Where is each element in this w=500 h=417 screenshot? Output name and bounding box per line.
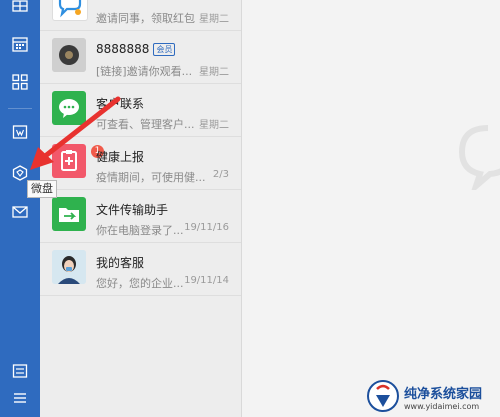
menu-icon[interactable] [0,384,40,412]
conversation-time: 星期二 [199,120,229,131]
left-nav-rail [0,0,40,417]
conversation-preview: 邀请同事，领取红包 [96,12,195,25]
conversation-row[interactable]: 8888888 会员 [链接]邀请你观看... 星期二 [40,31,241,84]
member-badge: 会员 [153,43,176,56]
file-transfer-icon [52,197,86,231]
workbench-icon[interactable] [0,68,40,96]
settings-toggle-icon[interactable] [0,357,40,385]
wechat-contact-icon [52,91,86,125]
health-report-icon: 1 [52,144,104,178]
mail-icon[interactable] [0,198,40,226]
chat-panel-empty [242,0,500,417]
calendar-icon[interactable] [0,30,40,58]
rail-tooltip: 微盘 [27,180,57,198]
rail-divider [8,108,32,109]
conversation-name: 我的客服 [96,256,145,270]
conversation-time: 星期二 [199,67,229,78]
conversation-row[interactable]: 邀请同事，领取红包 星期二 [40,0,241,31]
watermark-logo-icon [367,380,399,412]
watermark-url: www.yidaimei.com [404,402,480,411]
conversation-time: 2/3 [212,169,229,180]
chat-bubble-logo-icon [52,0,88,21]
document-icon[interactable] [0,118,40,146]
conversation-time: 星期二 [199,14,229,25]
contacts-icon[interactable] [0,0,40,20]
conversation-name: 8888888 会员 [96,42,176,56]
conversation-preview: [链接]邀请你观看... [96,65,193,78]
conversation-row[interactable]: 我的客服 您好，您的企业... 19/11/14 [40,243,241,296]
conversation-row[interactable]: 1 健康上报 疫情期间，可使用健... 2/3 [40,137,241,190]
user-avatar-icon [52,38,86,72]
watermark: 纯净系统家园 www.yidaimei.com [366,375,500,417]
conversation-preview: 疫情期间，可使用健... [96,171,206,184]
conversation-name: 健康上报 [96,150,145,164]
empty-chat-bubble-icon [458,125,500,190]
conversation-time: 19/11/14 [184,275,229,286]
conversation-preview: 您好，您的企业... [96,277,184,290]
app-window: 邀请同事，领取红包 星期二 8888888 会员 [链接]邀请你观看... 星期二… [0,0,500,417]
conversation-time: 19/11/16 [184,222,229,233]
conversation-name: 文件传输助手 [96,203,169,217]
conversation-preview: 可查看、管理客户... [96,118,195,131]
conversation-list: 邀请同事，领取红包 星期二 8888888 会员 [链接]邀请你观看... 星期二… [40,0,242,417]
conversation-name: 客户联系 [96,97,145,111]
conversation-preview: 你在电脑登录了... [96,224,184,237]
customer-service-avatar [52,250,86,284]
watermark-title: 纯净系统家园 [404,387,483,402]
conversation-row[interactable]: 文件传输助手 你在电脑登录了... 19/11/16 [40,190,241,243]
conversation-row[interactable]: 客户联系 可查看、管理客户... 星期二 [40,84,241,137]
